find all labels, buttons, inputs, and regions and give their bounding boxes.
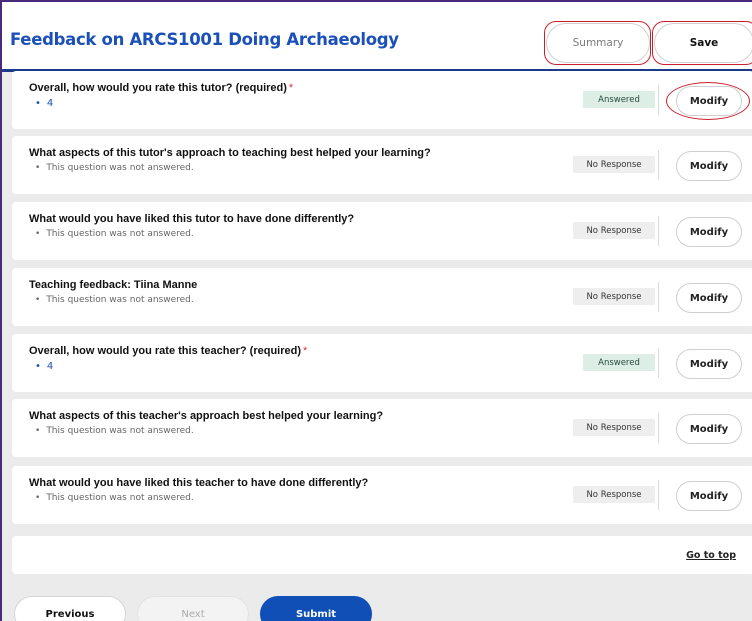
bullet-icon: • <box>35 361 41 372</box>
previous-button[interactable]: Previous <box>14 596 126 621</box>
question-text: What would you have liked this teacher t… <box>29 477 369 489</box>
status-badge: Answered <box>583 354 655 371</box>
question-card-6: What aspects of this teacher's approach … <box>12 399 752 457</box>
question-text: Teaching feedback: Tiina Manne <box>29 279 198 291</box>
divider <box>658 480 659 510</box>
summary-button[interactable]: Summary <box>546 23 650 63</box>
divider <box>658 348 659 378</box>
divider <box>658 150 659 180</box>
question-text: Overall, how would you rate this teacher… <box>29 345 308 357</box>
question-answer: • 4 <box>35 361 54 372</box>
status-badge: No Response <box>573 419 655 436</box>
modify-button[interactable]: Modify <box>676 349 742 379</box>
modify-button[interactable]: Modify <box>676 151 742 181</box>
save-button[interactable]: Save <box>654 23 752 63</box>
question-answer: • This question was not answered. <box>35 163 194 173</box>
question-card-5: Overall, how would you rate this teacher… <box>12 334 752 392</box>
next-button[interactable]: Next <box>137 596 249 621</box>
divider <box>658 282 659 312</box>
page-header: Feedback on ARCS1001 Doing Archaeology S… <box>2 2 752 72</box>
modify-button[interactable]: Modify <box>676 481 742 511</box>
divider <box>658 85 659 115</box>
question-answer: • This question was not answered. <box>35 229 194 239</box>
question-card-2: What aspects of this tutor's approach to… <box>12 136 752 194</box>
question-answer: • This question was not answered. <box>35 295 194 305</box>
modify-button[interactable]: Modify <box>676 414 742 444</box>
question-text: Overall, how would you rate this tutor? … <box>29 82 294 94</box>
feedback-page: Feedback on ARCS1001 Doing Archaeology S… <box>0 0 752 621</box>
bullet-icon: • <box>35 426 41 436</box>
question-answer: • 4 <box>35 98 54 109</box>
question-text: What aspects of this tutor's approach to… <box>29 147 431 159</box>
status-badge: No Response <box>573 156 655 173</box>
question-card-7: What would you have liked this teacher t… <box>12 466 752 524</box>
bullet-icon: • <box>35 493 41 503</box>
go-to-top-bar: Go to top <box>12 536 752 574</box>
status-badge: No Response <box>573 222 655 239</box>
modify-button[interactable]: Modify <box>676 86 742 116</box>
divider <box>658 413 659 443</box>
page-title: Feedback on ARCS1001 Doing Archaeology <box>10 30 399 49</box>
question-text: What would you have liked this tutor to … <box>29 213 355 225</box>
question-card-3: What would you have liked this tutor to … <box>12 202 752 260</box>
required-mark: * <box>288 82 294 94</box>
modify-button[interactable]: Modify <box>676 217 742 247</box>
status-badge: No Response <box>573 486 655 503</box>
question-text: What aspects of this teacher's approach … <box>29 410 384 422</box>
divider <box>658 216 659 246</box>
question-card-4: Teaching feedback: Tiina Manne • This que… <box>12 268 752 326</box>
bullet-icon: • <box>35 229 41 239</box>
go-to-top-link[interactable]: Go to top <box>686 550 736 561</box>
status-badge: No Response <box>573 288 655 305</box>
modify-button[interactable]: Modify <box>676 283 742 313</box>
question-answer: • This question was not answered. <box>35 426 194 436</box>
bullet-icon: • <box>35 98 41 109</box>
bullet-icon: • <box>35 295 41 305</box>
question-card-1: Overall, how would you rate this tutor? … <box>12 71 752 129</box>
bullet-icon: • <box>35 163 41 173</box>
question-answer: • This question was not answered. <box>35 493 194 503</box>
status-badge: Answered <box>583 91 655 108</box>
required-mark: * <box>303 345 308 357</box>
submit-button[interactable]: Submit <box>260 596 372 621</box>
